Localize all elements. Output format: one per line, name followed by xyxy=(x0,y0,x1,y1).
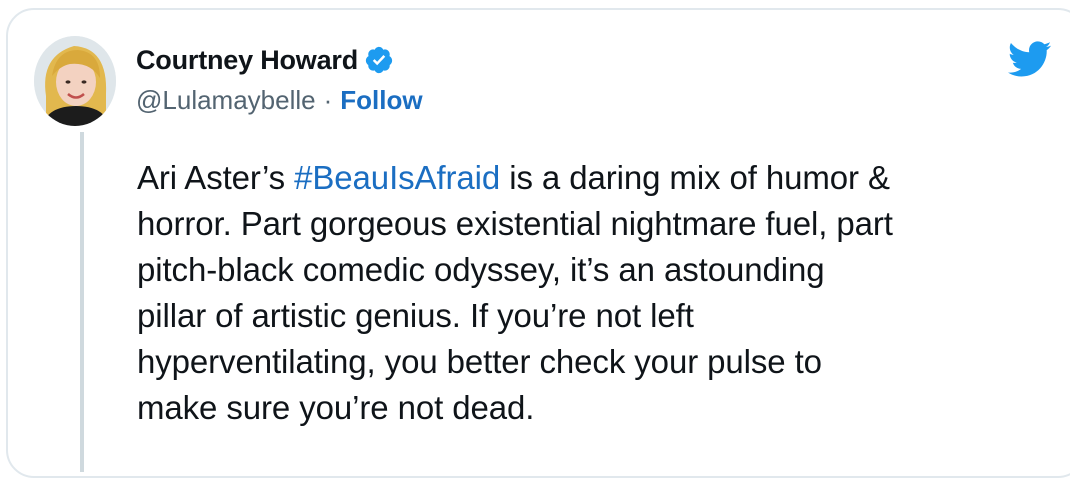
tweet-line: pitch-black comedic odyssey, it’s an ast… xyxy=(137,251,825,288)
tweet-line: horror. Part gorgeous existential nightm… xyxy=(137,205,893,242)
avatar[interactable] xyxy=(34,36,116,126)
avatar-photo xyxy=(34,36,116,126)
tweet-line: Ari Aster’s #BeauIsAfraid is a daring mi… xyxy=(137,155,1057,201)
tweet-line: pillar of artistic genius. If you’re not… xyxy=(137,297,694,334)
tweet-text-segment: Ari Aster’s xyxy=(137,159,295,196)
author-handle[interactable]: @Lulamaybelle xyxy=(136,85,316,116)
tweet-line: hyperventilating, you better check your … xyxy=(137,343,822,380)
hashtag-link[interactable]: #BeauIsAfraid xyxy=(294,159,500,196)
separator-dot: · xyxy=(323,84,333,115)
tweet-text: Ari Aster’s #BeauIsAfraid is a daring mi… xyxy=(137,155,1057,431)
author-handle-row: @Lulamaybelle · Follow xyxy=(136,83,423,117)
author-display-name[interactable]: Courtney Howard xyxy=(136,45,358,76)
tweet-line: make sure you’re not dead. xyxy=(137,389,535,426)
twitter-bird-icon[interactable] xyxy=(1006,40,1052,78)
verified-badge-icon xyxy=(364,45,394,75)
tweet-text-segment: is a daring mix of humor & xyxy=(500,159,890,196)
thread-line xyxy=(80,132,84,472)
follow-button[interactable]: Follow xyxy=(340,85,422,116)
author-name-row: Courtney Howard xyxy=(136,42,394,78)
